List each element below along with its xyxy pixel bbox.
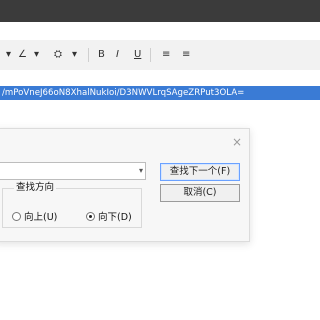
toolbar-separator xyxy=(88,48,89,62)
italic-icon[interactable]: I xyxy=(116,46,119,64)
direction-down-option[interactable]: 向下(D) xyxy=(86,209,132,223)
cancel-button[interactable]: 取消(C) xyxy=(160,184,240,202)
direction-label: 查找方向 xyxy=(14,182,57,194)
toolbar-separator xyxy=(150,48,151,62)
format-dropdown-icon[interactable]: ▾ xyxy=(72,46,77,64)
close-icon[interactable]: × xyxy=(231,136,243,148)
direction-up-option[interactable]: 向上(U) xyxy=(12,209,57,223)
format-toolbar: ▾ ∠ ▾ ⛭ ▾ B I U ≡ ≡ xyxy=(0,40,320,70)
radio-up-label: 向上(U) xyxy=(24,212,58,223)
radio-down-label: 向下(D) xyxy=(98,212,132,223)
chevron-down-icon[interactable]: ▾ xyxy=(136,166,146,176)
radio-up[interactable] xyxy=(12,211,21,221)
selected-url-text: /mPoVneJ66oN8XhalNukIoi/D3NWVLrqSAgeZRPu… xyxy=(2,88,245,98)
bold-icon[interactable]: B xyxy=(98,46,105,64)
find-next-button[interactable]: 查找下一个(F) xyxy=(160,163,240,181)
selected-url[interactable]: /mPoVneJ66oN8XhalNukIoi/D3NWVLrqSAgeZRPu… xyxy=(0,86,320,100)
find-input[interactable] xyxy=(0,162,146,180)
align-left-icon[interactable]: ≡ xyxy=(162,46,170,64)
format-painter-icon[interactable]: ⛭ xyxy=(54,46,62,64)
pen-icon[interactable]: ∠ xyxy=(18,46,27,64)
title-bar xyxy=(0,0,320,22)
radio-down[interactable] xyxy=(86,211,95,221)
pen-dropdown-icon[interactable]: ▾ xyxy=(34,46,39,64)
align-center-icon[interactable]: ≡ xyxy=(182,46,190,64)
highlight-dropdown-icon[interactable]: ▾ xyxy=(6,46,11,64)
underline-icon[interactable]: U xyxy=(134,46,141,64)
